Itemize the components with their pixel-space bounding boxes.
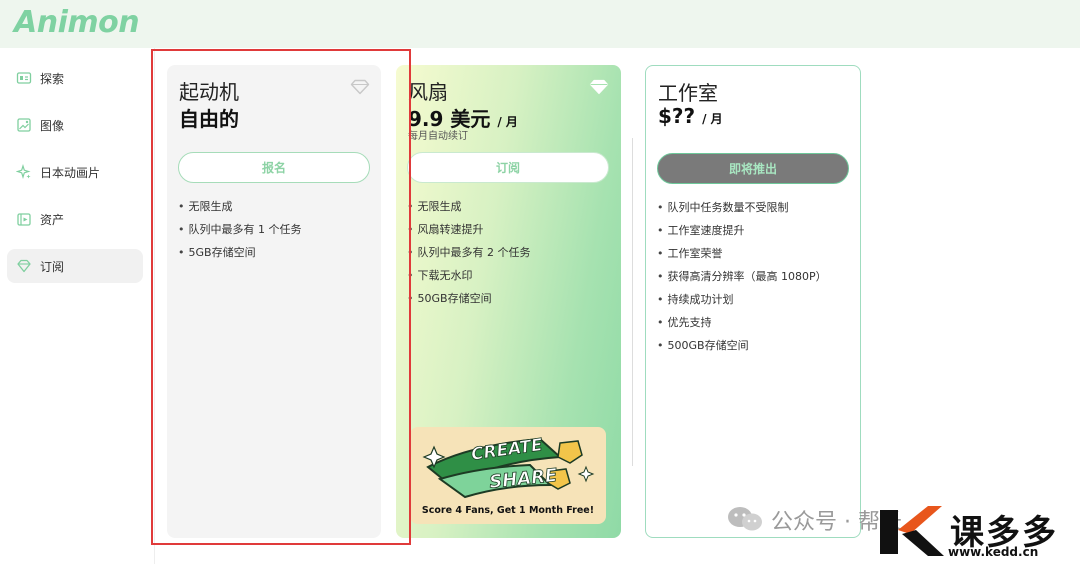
sparkle-icon <box>16 164 32 180</box>
diamond-filled-icon <box>589 79 609 95</box>
coming-soon-button[interactable]: 即将推出 <box>657 153 849 184</box>
sidebar-item-label: 探索 <box>40 71 65 86</box>
plan-card-studio: 工作室 $?? / 月 即将推出 队列中任务数量不受限制 工作室速度提升 工作室… <box>645 65 861 538</box>
feature-item: 无限生成 <box>407 197 531 220</box>
sidebar-item-label: 资产 <box>40 212 65 227</box>
feature-item: 获得高清分辨率（最高 1080P） <box>657 267 827 290</box>
sidebar-item-label: 日本动画片 <box>40 165 101 180</box>
feature-item: 队列中任务数量不受限制 <box>657 198 827 221</box>
promo-banner[interactable]: CREATE SHARE Score 4 Fans, Get 1 Month F… <box>410 427 606 524</box>
wechat-icon <box>728 507 762 531</box>
highlight-box <box>151 49 411 545</box>
sidebar: 探索 图像 日本动画片 资产 订阅 <box>0 48 155 564</box>
image-icon <box>16 117 32 133</box>
price-unit: / 月 <box>497 115 518 129</box>
feature-item: 500GB存储空间 <box>657 336 827 359</box>
feature-item: 队列中最多有 2 个任务 <box>407 243 531 266</box>
sidebar-item-anime[interactable]: 日本动画片 <box>7 155 143 189</box>
plan-price: $?? / 月 <box>658 104 723 128</box>
assets-icon <box>16 211 32 227</box>
sidebar-item-subscribe[interactable]: 订阅 <box>7 249 143 283</box>
feature-list: 队列中任务数量不受限制 工作室速度提升 工作室荣誉 获得高清分辨率（最高 108… <box>657 198 827 359</box>
sidebar-item-assets[interactable]: 资产 <box>7 202 143 236</box>
app-logo[interactable]: Animon <box>14 5 140 40</box>
sidebar-item-image[interactable]: 图像 <box>7 108 143 142</box>
price-unit: / 月 <box>702 112 723 126</box>
sidebar-item-label: 订阅 <box>40 259 65 274</box>
feature-item: 持续成功计划 <box>657 290 827 313</box>
sidebar-item-explore[interactable]: 探索 <box>7 61 143 95</box>
explore-icon <box>16 70 32 86</box>
price-amount: $?? <box>658 104 696 128</box>
diamond-icon <box>16 258 32 274</box>
feature-item: 优先支持 <box>657 313 827 336</box>
plan-name: 工作室 <box>658 81 718 105</box>
feature-item: 工作室速度提升 <box>657 221 827 244</box>
promo-caption: Score 4 Fans, Get 1 Month Free! <box>421 505 595 516</box>
renewal-note: 每月自动续订 <box>408 131 468 142</box>
plan-name: 风扇 <box>408 80 448 104</box>
plan-card-fan: 风扇 9.9 美元 / 月 每月自动续订 订阅 无限生成 风扇转速提升 队列中最… <box>396 65 621 538</box>
feature-item: 50GB存储空间 <box>407 289 531 312</box>
kedd-url: www.kedd.cn <box>948 545 1039 559</box>
feature-item: 下载无水印 <box>407 266 531 289</box>
sidebar-item-label: 图像 <box>40 118 65 133</box>
top-bar: Animon <box>0 0 1080 48</box>
feature-item: 风扇转速提升 <box>407 220 531 243</box>
feature-list: 无限生成 风扇转速提升 队列中最多有 2 个任务 下载无水印 50GB存储空间 <box>407 197 531 312</box>
subscribe-button[interactable]: 订阅 <box>407 152 609 183</box>
feature-item: 工作室荣誉 <box>657 244 827 267</box>
divider <box>632 138 633 466</box>
